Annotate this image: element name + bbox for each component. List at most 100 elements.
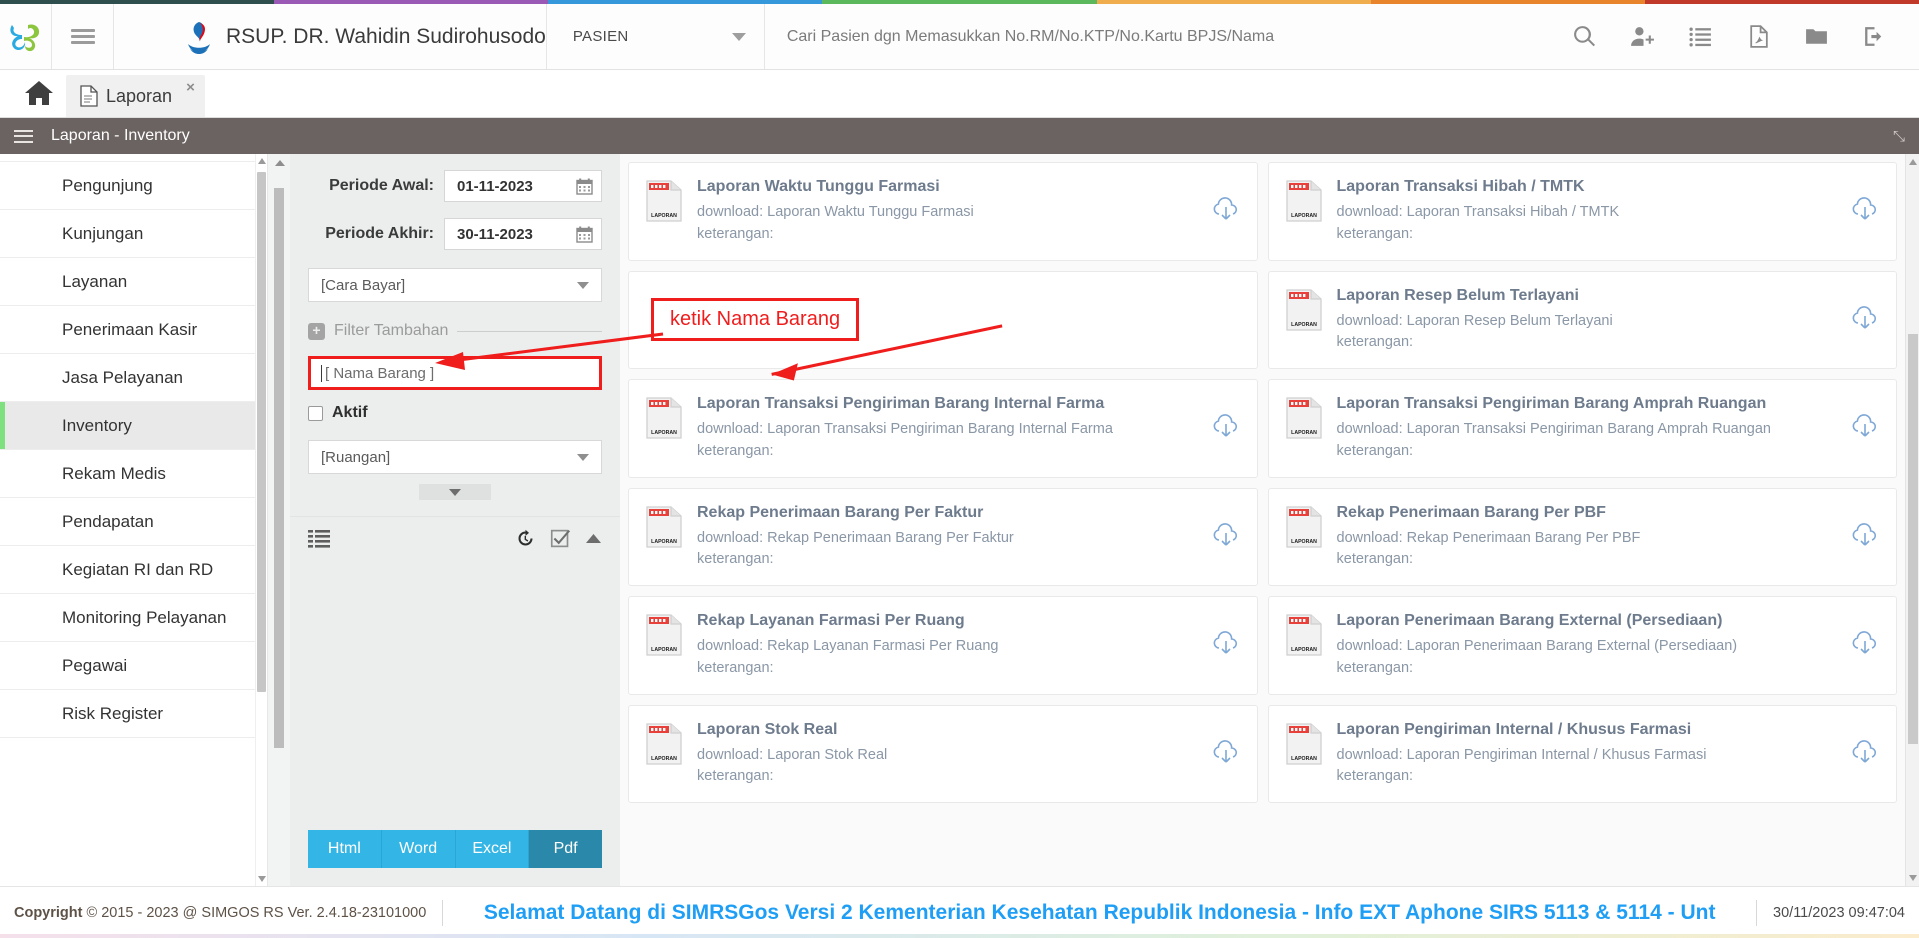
export-html-button[interactable]: Html	[308, 830, 382, 868]
cara-bayar-select[interactable]: [Cara Bayar]	[308, 268, 602, 302]
logout-icon[interactable]	[1845, 4, 1903, 70]
app-logo[interactable]	[0, 4, 52, 69]
hospital-logo-icon	[188, 21, 210, 54]
check-all-icon[interactable]	[550, 528, 571, 549]
report-title: Rekap Penerimaan Barang Per PBF	[1336, 503, 1606, 521]
download-icon[interactable]	[1211, 413, 1241, 443]
reports-scrollbar[interactable]	[1905, 154, 1919, 886]
close-icon[interactable]: ×	[186, 79, 195, 96]
annotation-text: ketik Nama Barang	[670, 308, 841, 331]
filter-tambahan-divider[interactable]: + Filter Tambahan	[308, 322, 602, 340]
copyright-text: Copyright © 2015 - 2023 @ SIMGOS RS Ver.…	[14, 905, 426, 921]
checkbox-icon[interactable]	[308, 405, 323, 421]
sidebar-item-rekam-medis[interactable]: Rekam Medis	[0, 450, 267, 498]
tab-laporan[interactable]: Laporan ×	[66, 75, 205, 117]
sidebar-item-label: Inventory	[62, 415, 132, 435]
download-icon[interactable]	[1211, 196, 1241, 226]
report-keterangan: keterangan:	[697, 551, 774, 568]
reports-area: LAPORAN Laporan Waktu Tunggu Farmasi dow…	[620, 154, 1919, 886]
report-card[interactable]: LAPORAN Laporan Waktu Tunggu Farmasi dow…	[628, 162, 1258, 261]
report-card[interactable]: LAPORAN Laporan Pengiriman Internal / Kh…	[1267, 704, 1897, 803]
sidebar-item-penerimaan-kasir[interactable]: Penerimaan Kasir	[0, 306, 267, 354]
laporan-document-icon: LAPORAN	[1285, 614, 1322, 656]
sidebar-toggle-icon[interactable]	[14, 126, 33, 146]
report-download: download: Rekap Penerimaan Barang Per Fa…	[697, 529, 1014, 546]
list-icon[interactable]	[308, 529, 330, 549]
sidebar-item-pegawai[interactable]: Pegawai	[0, 642, 267, 690]
calendar-icon[interactable]	[576, 178, 593, 195]
scroll-thumb[interactable]	[1908, 334, 1918, 744]
text-cursor	[321, 364, 322, 382]
svg-text:LAPORAN: LAPORAN	[651, 213, 677, 219]
expand-icon[interactable]: ⤡	[1893, 128, 1905, 145]
download-icon[interactable]	[1211, 522, 1241, 552]
report-title: Laporan Waktu Tunggu Farmasi	[697, 178, 940, 195]
pdf-icon[interactable]	[1729, 4, 1787, 70]
aktif-checkbox[interactable]: Aktif	[308, 404, 602, 422]
home-icon[interactable]	[12, 69, 66, 117]
scroll-up-icon[interactable]	[258, 158, 266, 164]
global-search-input[interactable]	[786, 27, 1555, 46]
filter-panel-wrap: Periode Awal: Periode Akhir:	[268, 154, 620, 886]
sidebar-item-kunjungan[interactable]: Kunjungan	[0, 210, 267, 258]
download-icon[interactable]	[1850, 630, 1880, 660]
scroll-thumb[interactable]	[274, 188, 284, 748]
report-card[interactable]: LAPORAN Laporan Transaksi Hibah / TMTK d…	[1267, 162, 1897, 261]
report-card-body: Laporan Penerimaan Barang External (Pers…	[1337, 611, 1837, 680]
sidebar-item-pendapatan[interactable]: Pendapatan	[0, 498, 267, 546]
sidebar-scrollbar[interactable]	[255, 154, 267, 886]
export-excel-button[interactable]: Excel	[455, 830, 530, 868]
ruangan-select[interactable]: [Ruangan]	[308, 440, 602, 474]
search-icon[interactable]	[1555, 4, 1613, 70]
download-icon[interactable]	[1850, 196, 1880, 226]
download-icon[interactable]	[1211, 739, 1241, 769]
nama-barang-field[interactable]: [ Nama Barang ]	[308, 356, 602, 390]
scroll-down-icon[interactable]	[258, 876, 266, 882]
periode-awal-field[interactable]	[444, 170, 602, 202]
collapse-icon[interactable]	[585, 533, 602, 545]
report-card[interactable]: LAPORAN Rekap Penerimaan Barang Per PBF …	[1267, 487, 1897, 586]
sidebar-item-pengunjung[interactable]: Pengunjung	[0, 162, 267, 210]
scroll-thumb[interactable]	[257, 172, 266, 692]
sidebar-item-jasa-pelayanan[interactable]: Jasa Pelayanan	[0, 354, 267, 402]
export-pdf-button[interactable]: Pdf	[529, 830, 602, 868]
footer-divider	[442, 899, 444, 926]
sidebar-item-risk-register[interactable]: Risk Register	[0, 690, 267, 738]
folder-icon[interactable]	[1787, 4, 1845, 70]
download-icon[interactable]	[1850, 739, 1880, 769]
report-card[interactable]: LAPORAN Rekap Penerimaan Barang Per Fakt…	[628, 487, 1258, 586]
plus-icon[interactable]: +	[308, 322, 325, 340]
periode-awal-label: Periode Awal:	[329, 177, 434, 194]
scroll-up-icon[interactable]	[1909, 159, 1917, 165]
download-icon[interactable]	[1850, 522, 1880, 552]
list-icon[interactable]	[1671, 4, 1729, 70]
sidebar-item-monitoring-pelayanan[interactable]: Monitoring Pelayanan	[0, 594, 267, 642]
sidebar-item-layanan[interactable]: Layanan	[0, 258, 267, 306]
reset-history-icon[interactable]	[515, 528, 536, 549]
annotation-callout: ketik Nama Barang	[628, 270, 1258, 369]
report-card[interactable]: LAPORAN Laporan Transaksi Pengiriman Bar…	[1267, 379, 1897, 478]
sidebar-item-kegiatan-ri-dan-rd[interactable]: Kegiatan RI dan RD	[0, 546, 267, 594]
export-word-button[interactable]: Word	[381, 830, 456, 868]
download-icon[interactable]	[1850, 305, 1880, 335]
expand-more-filters-button[interactable]	[419, 484, 491, 500]
scroll-up-icon[interactable]	[275, 160, 285, 166]
periode-akhir-field[interactable]	[444, 218, 602, 250]
report-title: Laporan Pengiriman Internal / Khusus Far…	[1336, 720, 1692, 738]
filter-scrollbar[interactable]	[268, 154, 290, 886]
download-icon[interactable]	[1211, 630, 1241, 660]
calendar-icon[interactable]	[576, 226, 593, 243]
sidebar-item-inventory[interactable]: Inventory	[0, 402, 267, 450]
report-card[interactable]: LAPORAN Laporan Penerimaan Barang Extern…	[1267, 596, 1897, 695]
search-scope-dropdown[interactable]: PASIEN	[547, 4, 765, 69]
report-card[interactable]: LAPORAN Rekap Layanan Farmasi Per Ruang …	[628, 596, 1258, 695]
sidebar-item-label: Monitoring Pelayanan	[62, 607, 227, 627]
report-card[interactable]: LAPORAN Laporan Resep Belum Terlayani do…	[1267, 270, 1897, 369]
scroll-down-icon[interactable]	[1909, 875, 1917, 881]
add-user-icon[interactable]	[1613, 4, 1671, 70]
divider-line	[457, 330, 602, 332]
report-card[interactable]: LAPORAN Laporan Transaksi Pengiriman Bar…	[628, 379, 1258, 478]
report-card[interactable]: LAPORAN Laporan Stok Real download: Lapo…	[628, 704, 1258, 803]
download-icon[interactable]	[1850, 413, 1880, 443]
menu-toggle-button[interactable]	[52, 4, 114, 69]
